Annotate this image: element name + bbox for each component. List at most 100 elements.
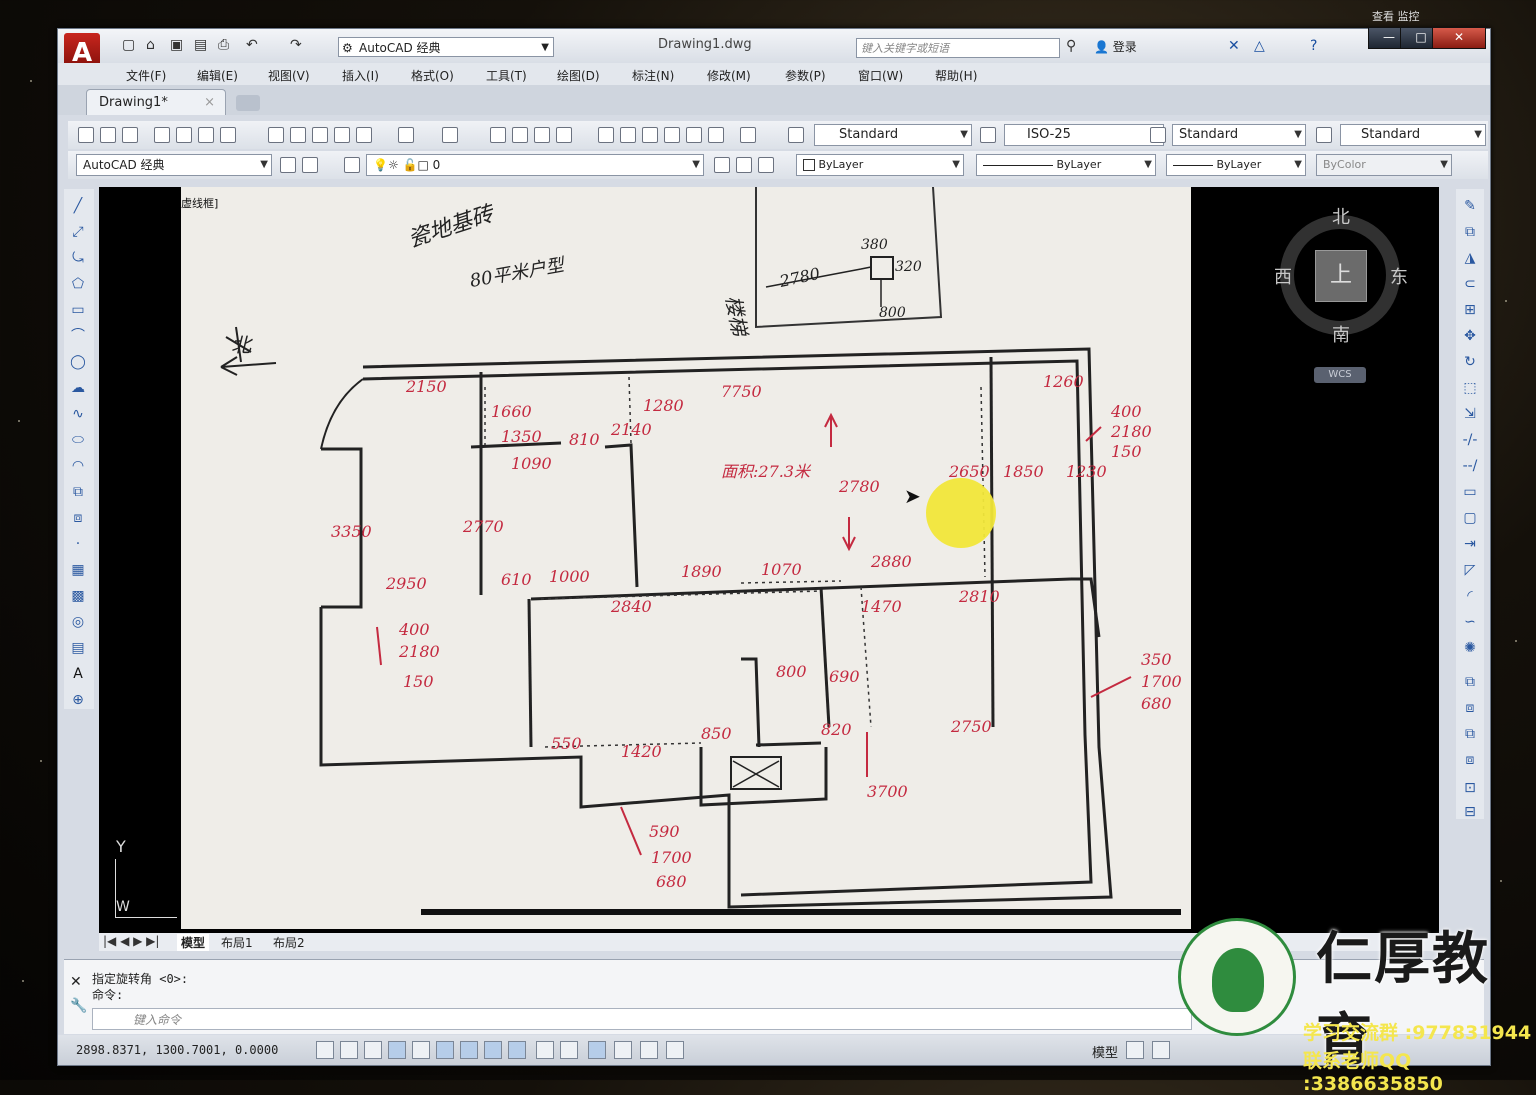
text-front-icon[interactable]: ⊡ (1461, 779, 1479, 797)
mtext-icon[interactable]: A (69, 665, 87, 683)
calculator-icon[interactable] (708, 127, 724, 143)
menu-dimension[interactable]: 标注(N) (632, 67, 674, 84)
plotstyle-select[interactable]: ByColor ▼ (1316, 154, 1452, 176)
break-point-icon[interactable]: ▭ (1461, 483, 1479, 501)
customize-icon[interactable] (302, 157, 318, 173)
layer-select[interactable]: 💡☼ 🔓□ 0 ▼ (366, 154, 704, 176)
publish-icon[interactable] (198, 127, 214, 143)
line-icon[interactable]: ╱ (69, 197, 87, 215)
viewcube-west[interactable]: 西 (1274, 263, 1292, 289)
wcs-menu[interactable]: WCS (1314, 367, 1366, 383)
hatch-back-icon[interactable]: ⊟ (1461, 803, 1479, 821)
workspace-select[interactable]: ⚙ AutoCAD 经典 ▼ (338, 37, 554, 57)
undo-tb-icon[interactable] (398, 127, 414, 143)
3d-print-icon[interactable] (220, 127, 236, 143)
close-icon[interactable]: × (204, 90, 215, 116)
drawing-canvas[interactable]: 2150 1660 1350 810 1090 2140 1280 7750 1… (99, 187, 1439, 939)
menu-file[interactable]: 文件(F) (126, 67, 166, 84)
redo-tb-icon[interactable] (442, 127, 458, 143)
login-link[interactable]: 👤 登录 (1094, 38, 1137, 55)
menu-modify[interactable]: 修改(M) (707, 67, 751, 84)
3d-osnap-toggle[interactable] (460, 1041, 478, 1059)
close-icon[interactable]: ✕ (70, 974, 82, 990)
make-current-icon[interactable] (714, 157, 730, 173)
viewcube-east[interactable]: 东 (1390, 263, 1408, 289)
ortho-toggle[interactable] (388, 1041, 406, 1059)
mirror-icon[interactable]: ◮ (1461, 249, 1479, 267)
paste-icon[interactable] (312, 127, 328, 143)
tab-layout1[interactable]: 布局1 (221, 934, 253, 951)
grid-toggle[interactable] (364, 1041, 382, 1059)
menu-insert[interactable]: 插入(I) (342, 67, 379, 84)
tab-model[interactable]: 模型 (177, 934, 210, 951)
ellipse-arc-icon[interactable]: ◠ (69, 457, 87, 475)
table-style-icon[interactable] (1150, 127, 1166, 143)
break-icon[interactable]: ▢ (1461, 509, 1479, 527)
layer-previous-icon[interactable] (736, 157, 752, 173)
mleader-style-icon[interactable] (1316, 127, 1332, 143)
tab-layout2[interactable]: 布局2 (273, 934, 305, 951)
exchange-icon[interactable]: ✕ (1228, 38, 1240, 54)
circle-icon[interactable]: ◯ (69, 353, 87, 371)
zoom-realtime-icon[interactable] (512, 127, 528, 143)
snap-toggle[interactable] (340, 1041, 358, 1059)
table-style-select[interactable]: Standard ▼ (1172, 124, 1306, 146)
am-toggle[interactable] (666, 1041, 684, 1059)
layer-states-icon[interactable] (758, 157, 774, 173)
viewcube-top-face[interactable]: 上 (1315, 250, 1367, 302)
trim-icon[interactable]: -/- (1461, 431, 1479, 449)
binoculars-icon[interactable]: ⚲ (1066, 38, 1076, 54)
zoom-window-icon[interactable] (534, 127, 550, 143)
color-select[interactable]: ByLayer ▼ (796, 154, 964, 176)
undo-icon[interactable]: ↶ (246, 37, 258, 53)
ducs-toggle[interactable] (508, 1041, 526, 1059)
lineweight-select[interactable]: ByLayer ▼ (1166, 154, 1306, 176)
sheet-set-icon[interactable] (664, 127, 680, 143)
otrack-toggle[interactable] (484, 1041, 502, 1059)
wrench-icon[interactable]: 🔧 (70, 998, 87, 1014)
pan-icon[interactable] (490, 127, 506, 143)
copy-icon[interactable] (290, 127, 306, 143)
arc-icon[interactable]: ⌒ (69, 327, 87, 345)
sc-toggle[interactable] (640, 1041, 658, 1059)
rotate-icon[interactable]: ↻ (1461, 353, 1479, 371)
text-style-select[interactable]: Standard ▼ (814, 124, 972, 146)
polygon-icon[interactable]: ⬠ (69, 275, 87, 293)
triangle-icon[interactable]: △ (1254, 38, 1265, 54)
tool-palette-icon[interactable] (642, 127, 658, 143)
menu-help[interactable]: 帮助(H) (935, 67, 977, 84)
stretch-icon[interactable]: ⇲ (1461, 405, 1479, 423)
settings-icon[interactable] (280, 157, 296, 173)
qp-toggle[interactable] (614, 1041, 632, 1059)
draworder-under-icon[interactable]: ⧈ (1461, 751, 1479, 769)
tpy-toggle[interactable] (588, 1041, 606, 1059)
osnap-toggle[interactable] (436, 1041, 454, 1059)
copy-object-icon[interactable]: ⧉ (1461, 223, 1479, 241)
new-file-icon[interactable]: ▢ (122, 37, 135, 53)
make-block-icon[interactable]: ⧈ (69, 509, 87, 527)
save-icon[interactable]: ▣ (170, 37, 183, 53)
close-button[interactable]: ✕ (1432, 27, 1486, 49)
design-center-icon[interactable] (620, 127, 636, 143)
spline-icon[interactable]: ∿ (69, 405, 87, 423)
menu-params[interactable]: 参数(P) (785, 67, 826, 84)
table-icon[interactable]: ▤ (69, 639, 87, 657)
redo-icon[interactable]: ↷ (290, 37, 302, 53)
menu-format[interactable]: 格式(O) (411, 67, 454, 84)
menu-draw[interactable]: 绘图(D) (557, 67, 600, 84)
offset-icon[interactable]: ⊂ (1461, 275, 1479, 293)
markup-icon[interactable] (686, 127, 702, 143)
open-icon[interactable] (100, 127, 116, 143)
scale-icon[interactable]: ⬚ (1461, 379, 1479, 397)
help-tb-icon[interactable] (740, 127, 756, 143)
brush-icon[interactable] (356, 127, 372, 143)
layer-manager-icon[interactable] (344, 157, 360, 173)
menu-view[interactable]: 视图(V) (268, 67, 310, 84)
model-space-button[interactable]: 模型 (1092, 1042, 1118, 1061)
preview-icon[interactable] (176, 127, 192, 143)
draworder-above-icon[interactable]: ⧉ (1461, 725, 1479, 743)
menu-tools[interactable]: 工具(T) (486, 67, 527, 84)
add-selected-icon[interactable]: ⊕ (69, 691, 87, 709)
new-icon[interactable] (78, 127, 94, 143)
infer-constraints-toggle[interactable] (316, 1041, 334, 1059)
